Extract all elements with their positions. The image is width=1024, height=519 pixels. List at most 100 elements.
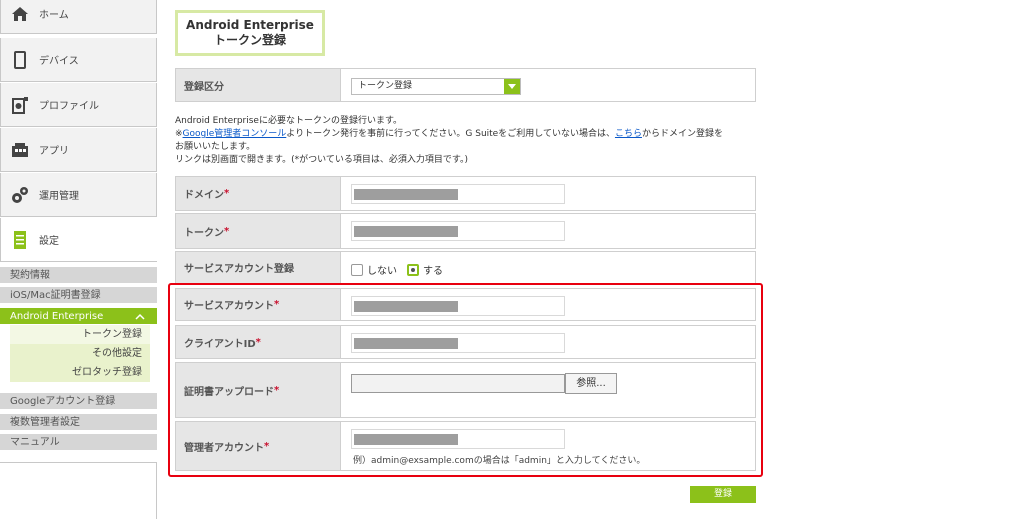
token-value-cell [341,214,755,248]
browse-button[interactable]: 参照... [565,373,617,394]
row-domain: ドメイン * [175,176,756,211]
desc-line1: Android Enterpriseに必要なトークンの登録行います。 [175,116,403,126]
submit-button[interactable]: 登録 [690,486,756,503]
admin-account-input[interactable] [351,429,565,449]
sidebar-item-android-enterprise-label: Android Enterprise [10,311,104,322]
page-title-line2: トークン登録 [213,33,286,47]
required-mark: * [274,299,280,310]
sidebar-item-ios-cert[interactable]: iOS/Mac証明書登録 [0,287,157,304]
sidebar-item-zero-touch-label: ゼロタッチ登録 [72,367,142,378]
google-admin-console-link[interactable]: Google管理者コンソール [183,129,287,139]
client-id-input[interactable] [351,333,565,353]
masked-value [354,338,458,349]
sidebar-item-contract-label: 契約情報 [10,270,50,281]
desc-line4: リンクは別画面で開きます。(*がついている項目は、必須入力項目です。) [175,155,468,165]
category-value-cell: トークン登録 [341,69,755,101]
row-service-account: サービスアカウント * [175,288,756,321]
required-mark: * [224,225,230,237]
sidebar: ホーム デバイス プロファイル アプリ 運用管理 設定 契約情報 iOS/Mac… [0,0,157,519]
sidebar-item-multi-admin[interactable]: 複数管理者設定 [0,414,157,431]
nav-profile[interactable]: プロファイル [0,83,157,127]
row-service-account-registration: サービスアカウント登録 しない する [175,251,756,284]
masked-value [354,301,458,312]
sidebar-item-manual[interactable]: マニュアル [0,434,157,451]
chevron-up-icon [135,308,145,324]
service-account-input[interactable] [351,296,565,316]
svc-account-label: サービスアカウント * [176,289,341,320]
category-select-value: トークン登録 [358,81,413,91]
nav-operation-label: 運用管理 [39,191,79,202]
svc-account-value-cell [341,289,755,320]
device-icon [11,50,29,69]
client-id-label-text: クライアントID [184,338,256,350]
token-input[interactable] [351,221,565,241]
cert-upload-value-cell: 参照... [341,363,755,417]
page-title: Android Enterprise トークン登録 [175,10,325,56]
category-label: 登録区分 [176,69,341,101]
sidebar-item-google-account-label: Googleアカウント登録 [10,396,116,407]
svc-reg-yes-checkbox[interactable] [407,263,419,276]
sidebar-item-google-account[interactable]: Googleアカウント登録 [0,393,157,410]
profile-icon [11,96,29,114]
svc-reg-no-checkbox[interactable] [351,263,363,276]
row-cert-upload: 証明書アップロード * 参照... [175,362,756,418]
sidebar-item-ios-cert-label: iOS/Mac証明書登録 [10,290,101,301]
admin-account-label: 管理者アカウント * [176,422,341,470]
sidebar-item-other-settings-label: その他設定 [92,348,142,359]
desc-line2: ※Google管理者コンソールよりトークン発行を事前に行ってください。G Sui… [175,128,775,141]
domain-register-link[interactable]: こちら [615,129,642,139]
svc-account-label-text: サービスアカウント [184,301,274,312]
client-id-value-cell [341,326,755,358]
home-icon [11,5,29,23]
svc-reg-yes-label: する [423,266,443,277]
operation-icon [11,186,29,204]
desc-suffix: からドメイン登録を [641,129,723,139]
token-label-text: トークン [184,227,224,239]
row-token: トークン * [175,213,756,249]
sidebar-item-token-reg[interactable]: トークン登録 [10,325,150,344]
form-description: Android Enterpriseに必要なトークンの登録行います。 ※Goog… [175,115,775,167]
category-select[interactable]: トークン登録 [351,78,521,95]
nav-operation[interactable]: 運用管理 [0,173,157,217]
nav-device[interactable]: デバイス [0,38,157,82]
nav-home-label: ホーム [39,10,69,21]
sidebar-item-zero-touch[interactable]: ゼロタッチ登録 [10,363,150,382]
nav-app-label: アプリ [39,146,69,157]
nav-device-label: デバイス [39,56,79,67]
sidebar-empty-panel [0,462,157,519]
required-mark: * [274,384,280,396]
svc-reg-options: しない する [351,262,443,277]
nav-home[interactable]: ホーム [0,0,157,34]
cert-upload-label-text: 証明書アップロード [184,386,274,398]
domain-label-text: ドメイン [184,190,224,201]
row-admin-account: 管理者アカウント * 例）admin@exsample.comの場合は「admin… [175,421,756,471]
masked-value [354,226,458,237]
page-title-line1: Android Enterprise [186,18,314,32]
sidebar-item-android-enterprise[interactable]: Android Enterprise [0,308,157,325]
domain-label: ドメイン * [176,177,341,210]
row-category: 登録区分 トークン登録 [175,68,756,102]
row-client-id: クライアントID * [175,325,756,359]
admin-account-value-cell: 例）admin@exsample.comの場合は「admin」と入力してください… [341,422,755,470]
domain-input[interactable] [351,184,565,204]
sidebar-item-manual-label: マニュアル [10,437,60,448]
masked-value [354,189,458,200]
nav-settings-label: 設定 [39,236,59,247]
sidebar-item-contract[interactable]: 契約情報 [0,267,157,284]
cert-upload-label: 証明書アップロード * [176,363,341,417]
sidebar-item-other-settings[interactable]: その他設定 [10,344,150,363]
desc-line3: お願いいたします。 [175,142,256,152]
nav-app[interactable]: アプリ [0,128,157,172]
nav-settings[interactable]: 設定 [0,218,157,262]
required-mark: * [224,188,230,199]
svc-reg-label-text: サービスアカウント登録 [184,264,294,275]
masked-value [354,434,458,445]
domain-value-cell [341,177,755,210]
desc-prefix: ※ [175,129,183,139]
required-mark: * [264,440,270,452]
token-label: トークン * [176,214,341,248]
sidebar-item-token-reg-label: トークン登録 [82,329,142,340]
cert-file-input[interactable] [351,374,565,393]
required-mark: * [255,336,261,348]
svc-reg-value-cell: しない する [341,252,755,283]
